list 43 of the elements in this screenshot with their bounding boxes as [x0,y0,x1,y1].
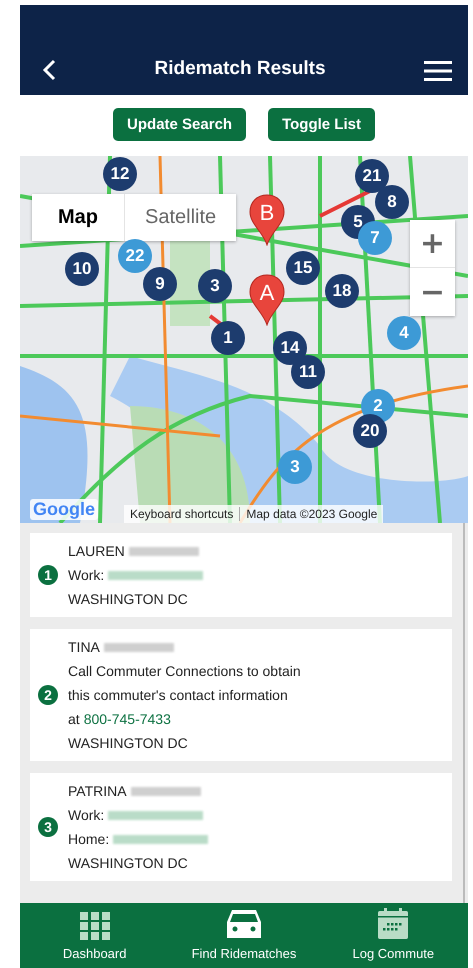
attribution-link[interactable]: Keyboard shortcuts [124,507,240,521]
scroll-bar[interactable] [463,523,465,903]
result-number: 1 [38,565,58,585]
person-name: PATRINA [68,783,127,799]
redacted-text [130,786,201,796]
action-button[interactable]: Update Search [113,108,246,141]
result-text: WASHINGTON DC [68,591,188,607]
phone-label: Home: [68,831,110,847]
result-card[interactable]: 2 TINA Call Commuter Connections to obtain this commuter's contact information at 800-745-7433 WASHINGTON DC [30,629,452,761]
result-card[interactable]: 1 LAUREN Work: WASHINGTON DC [30,533,452,617]
attribution-link[interactable]: Map data ©2023 Google [239,507,384,521]
nav-tab[interactable]: Log Commute [318,903,468,968]
map-pin[interactable]: B [249,194,285,246]
back-icon[interactable] [42,59,56,81]
grid-icon [80,912,110,940]
menu-icon[interactable] [424,61,452,81]
result-card[interactable]: 3 PATRINA Work: Home: WASHINGTON DC [30,773,452,881]
map-logo: Google [30,499,98,520]
result-number: 2 [38,685,58,705]
action-button[interactable]: Toggle List [268,108,375,141]
nav-tab[interactable]: Dashboard [20,903,170,968]
result-text: WASHINGTON DC [68,735,188,751]
result-text: at [68,711,80,727]
result-text: this commuter's contact information [68,687,288,703]
phone-link[interactable]: 800-745-7433 [84,711,171,727]
person-name: LAUREN [68,543,125,559]
nav-tab[interactable]: Find Ridematches [169,903,319,968]
calendar-icon [377,908,410,940]
result-text: WASHINGTON DC [68,855,188,871]
result-number: 3 [38,817,58,837]
map-type-tab[interactable]: Satellite [125,194,236,241]
redacted-text [128,546,199,556]
zoom-out-button[interactable]: − [410,268,455,316]
person-name: TINA [68,639,100,655]
phone-label: Work: [68,567,104,583]
car-icon [224,908,263,940]
redacted-text [104,642,174,652]
map-type-tab[interactable]: Map [32,194,125,241]
page-title: Ridematch Results [154,58,326,80]
map-pin[interactable]: A [249,274,285,326]
phone-label: Work: [68,807,104,823]
result-text: Call Commuter Connections to obtain [68,663,301,679]
zoom-in-button[interactable]: + [410,220,455,268]
